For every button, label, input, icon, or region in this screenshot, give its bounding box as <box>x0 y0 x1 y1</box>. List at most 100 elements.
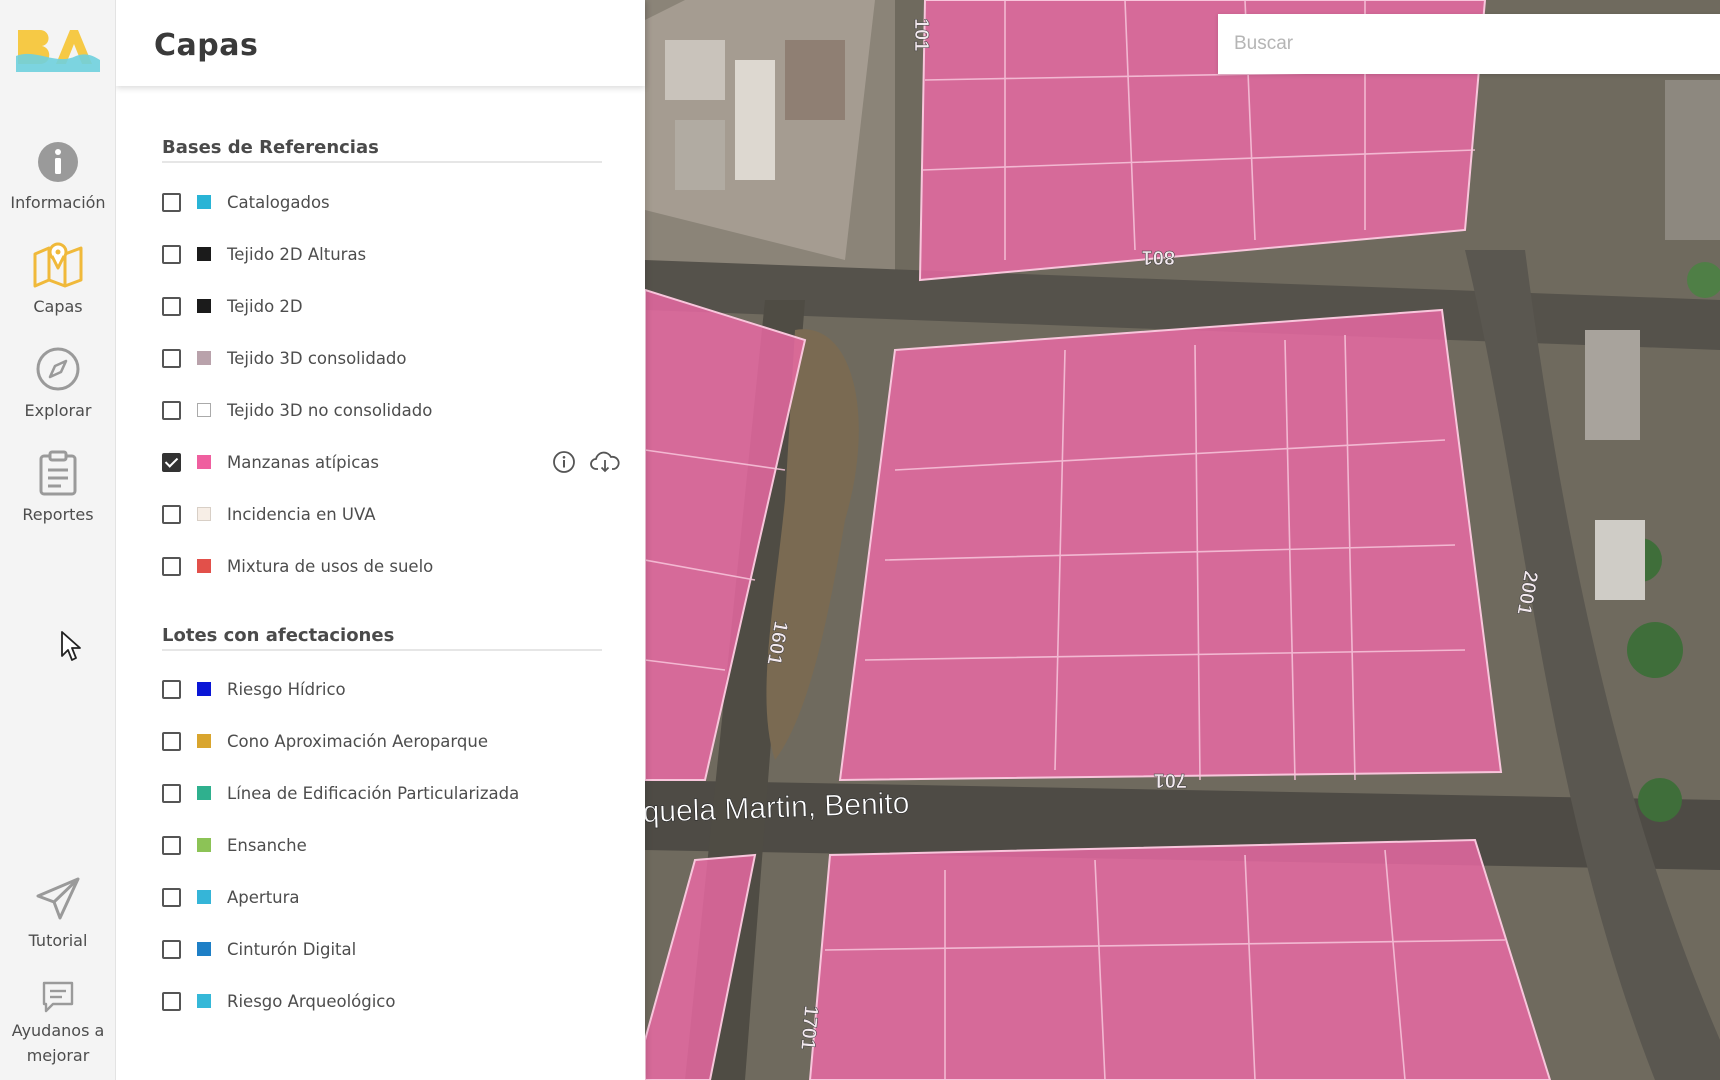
search-box[interactable] <box>1218 14 1720 74</box>
layer-row-manzanas-atipicas[interactable]: Manzanas atípicas <box>162 444 632 480</box>
section-title-lotes: Lotes con afectaciones <box>162 625 395 646</box>
ba-logo[interactable] <box>16 26 100 74</box>
layer-color-swatch <box>197 838 211 852</box>
search-input[interactable] <box>1218 14 1720 74</box>
layer-label: Tejido 3D consolidado <box>227 348 407 368</box>
layer-row-tejido-3d-consolidado[interactable]: Tejido 3D consolidado <box>162 340 632 376</box>
lot-number-label: 1701 <box>796 1005 822 1051</box>
layer-checkbox[interactable] <box>162 192 181 212</box>
rail-item-explorar[interactable]: Explorar <box>0 346 116 423</box>
layer-label: Ensanche <box>227 835 307 855</box>
rail-label-informacion: Información <box>10 193 106 212</box>
layer-label: Apertura <box>227 887 300 907</box>
layer-label: Cinturón Digital <box>227 939 357 959</box>
rail-label-reportes: Reportes <box>22 505 94 524</box>
layer-checkbox[interactable] <box>162 679 181 699</box>
layer-label: Tejido 2D <box>227 296 303 316</box>
layer-checkbox[interactable] <box>162 939 181 959</box>
layer-label: Mixtura de usos de suelo <box>227 556 434 576</box>
section-title-bases: Bases de Referencias <box>162 137 379 158</box>
rail-item-capas[interactable]: Capas <box>0 238 116 319</box>
lot-number-label: 101 <box>910 18 932 51</box>
layer-row-mixtura-usos[interactable]: Mixtura de usos de suelo <box>162 548 632 584</box>
layer-checkbox[interactable] <box>162 296 181 316</box>
page-title: Capas <box>154 28 259 63</box>
layer-color-swatch <box>197 455 211 469</box>
layer-color-swatch <box>197 734 211 748</box>
lot-number-label: 701 <box>1154 769 1187 791</box>
layer-checkbox[interactable] <box>162 783 181 803</box>
layer-color-swatch <box>197 299 211 313</box>
layer-label: Incidencia en UVA <box>227 504 376 524</box>
layer-checkbox-checked[interactable] <box>162 452 181 472</box>
layer-row-riesgo-hidrico[interactable]: Riesgo Hídrico <box>162 671 632 707</box>
map-canvas[interactable]: quela Martin, Benito 101 801 1601 701 20… <box>645 0 1720 1080</box>
rail-label-explorar: Explorar <box>24 401 92 420</box>
layer-row-tejido-3d-no-consolidado[interactable]: Tejido 3D no consolidado <box>162 392 632 428</box>
layer-label: Línea de Edificación Particularizada <box>227 783 520 803</box>
cloud-download-icon[interactable] <box>590 450 620 474</box>
layer-checkbox[interactable] <box>162 400 181 420</box>
layer-checkbox[interactable] <box>162 887 181 907</box>
layer-label: Manzanas atípicas <box>227 452 379 472</box>
layer-checkbox[interactable] <box>162 244 181 264</box>
rail-item-ayudanos[interactable]: Ayudanos a mejorar <box>0 980 116 1068</box>
layers-panel: Capas Bases de Referencias Catalogados T… <box>116 0 645 1080</box>
layer-label: Riesgo Hídrico <box>227 679 346 699</box>
rail-label-capas: Capas <box>33 297 83 316</box>
layer-row-linea-edificacion[interactable]: Línea de Edificación Particularizada <box>162 775 632 811</box>
layer-color-swatch <box>197 942 211 956</box>
layer-checkbox[interactable] <box>162 556 181 576</box>
left-navigation-rail: Información Capas Explorar Reportes Tuto… <box>0 0 116 1080</box>
layer-checkbox[interactable] <box>162 731 181 751</box>
feedback-icon <box>42 981 74 1013</box>
layer-row-tejido-2d[interactable]: Tejido 2D <box>162 288 632 324</box>
mouse-cursor-icon <box>61 631 81 661</box>
layer-color-swatch <box>197 994 211 1008</box>
layer-row-ensanche[interactable]: Ensanche <box>162 827 632 863</box>
layer-color-swatch <box>197 351 211 365</box>
panel-header: Capas <box>116 0 645 86</box>
layer-color-swatch <box>197 195 211 209</box>
layer-color-swatch <box>197 247 211 261</box>
map-layers-icon <box>33 242 83 288</box>
layer-label: Tejido 2D Alturas <box>227 244 367 264</box>
layer-row-cinturon-digital[interactable]: Cinturón Digital <box>162 931 632 967</box>
layer-row-incidencia-uva[interactable]: Incidencia en UVA <box>162 496 632 532</box>
layer-color-swatch <box>197 786 211 800</box>
paper-plane-icon <box>36 877 80 920</box>
rail-item-informacion[interactable]: Información <box>0 140 116 215</box>
section-divider <box>162 161 602 163</box>
info-icon <box>38 142 78 182</box>
layer-color-swatch <box>197 507 211 521</box>
layer-row-apertura[interactable]: Apertura <box>162 879 632 915</box>
layer-label: Cono Aproximación Aeroparque <box>227 731 488 751</box>
layer-label: Catalogados <box>227 192 330 212</box>
layer-checkbox[interactable] <box>162 835 181 855</box>
layer-color-swatch <box>197 559 211 573</box>
layer-checkbox[interactable] <box>162 504 181 524</box>
compass-icon <box>36 347 80 391</box>
app-window: Información Capas Explorar Reportes Tuto… <box>0 0 1720 1080</box>
layer-row-catalogados[interactable]: Catalogados <box>162 184 632 220</box>
layer-label: Riesgo Arqueológico <box>227 991 396 1011</box>
layer-row-tejido-2d-alturas[interactable]: Tejido 2D Alturas <box>162 236 632 272</box>
layer-label: Tejido 3D no consolidado <box>227 400 433 420</box>
layer-checkbox[interactable] <box>162 348 181 368</box>
satellite-map[interactable]: quela Martin, Benito 101 801 1601 701 20… <box>645 0 1720 1080</box>
rail-label-ayudanos: Ayudanos a mejorar <box>11 1021 105 1065</box>
layer-color-swatch <box>197 403 211 417</box>
lot-number-label: 801 <box>1142 246 1175 268</box>
layer-color-swatch <box>197 682 211 696</box>
layer-row-cono-aproximacion[interactable]: Cono Aproximación Aeroparque <box>162 723 632 759</box>
rail-item-reportes[interactable]: Reportes <box>0 450 116 527</box>
section-divider <box>162 649 602 651</box>
rail-item-tutorial[interactable]: Tutorial <box>0 876 116 953</box>
layer-actions <box>552 450 620 474</box>
layer-checkbox[interactable] <box>162 991 181 1011</box>
clipboard-icon <box>39 450 77 496</box>
info-icon[interactable] <box>552 450 576 474</box>
layer-row-riesgo-arqueologico[interactable]: Riesgo Arqueológico <box>162 983 632 1019</box>
layer-color-swatch <box>197 890 211 904</box>
rail-label-tutorial: Tutorial <box>28 931 88 950</box>
